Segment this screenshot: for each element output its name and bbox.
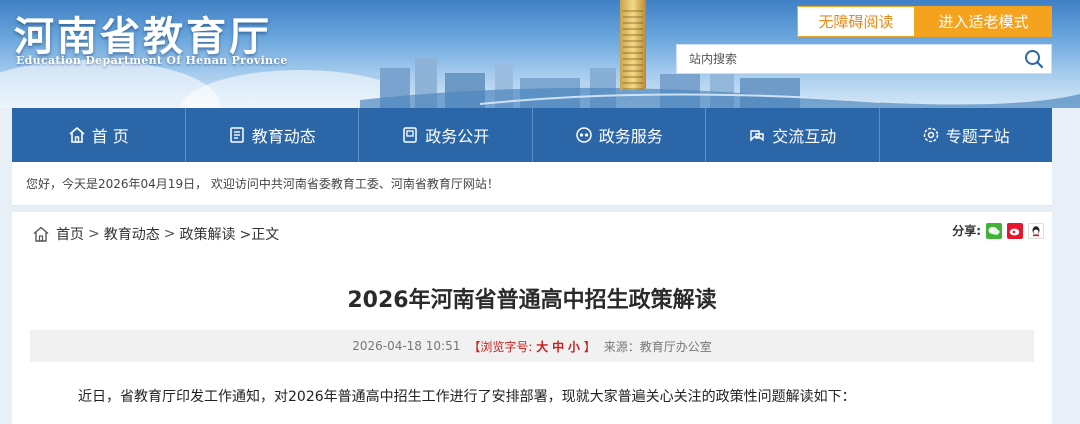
home-icon — [33, 226, 49, 242]
nav-item-label: 专题子站 — [945, 127, 1010, 146]
nav-item-label: 政务公开 — [425, 127, 490, 146]
article-source: 来源：教育厅办公室 — [603, 339, 712, 354]
font-size-label: 【浏览字号: — [468, 339, 533, 354]
nav-item-label: 交流互动 — [772, 127, 837, 146]
nav-item-label: 政务服务 — [598, 127, 663, 146]
qq-icon[interactable] — [1028, 222, 1044, 239]
article-title: 2026年河南省普通高中招生政策解读 — [347, 288, 717, 313]
welcome-bar: 您好，今天是2026年04月19日， 欢迎访问中共河南省委教育工委、河南省教育厅… — [12, 162, 1052, 206]
font-size-selector: 【浏览字号: 大 中 小 】 — [468, 338, 595, 355]
nav-item-special-topics[interactable]: 专题子站 — [880, 108, 1053, 162]
interaction-icon — [750, 130, 764, 142]
service-icon — [575, 127, 592, 143]
nav-item-label: 首 页 — [91, 127, 129, 146]
article-panel: 首页 > 教育动态 > 政策解读 >正文 分享: 2026年河南省普通高中招生政… — [12, 212, 1052, 424]
nav-item-government-services[interactable]: 政务服务 — [533, 108, 706, 162]
article-paragraph: 近日，省教育厅印发工作通知，对2026年普通高中招生工作进行了安排部署，现就大家… — [78, 389, 856, 405]
search-icon[interactable] — [1017, 45, 1051, 73]
breadcrumb-current: >正文 — [239, 227, 280, 243]
breadcrumb-separator: > — [163, 226, 176, 242]
breadcrumb-home-link[interactable]: 首页 — [56, 224, 84, 244]
search-input[interactable] — [677, 45, 1017, 73]
nav-item-education-news[interactable]: 教育动态 — [186, 108, 359, 162]
font-size-medium-button[interactable]: 中 — [552, 340, 564, 354]
breadcrumb-policy-link[interactable]: 政策解读 — [179, 224, 235, 244]
site-subtitle: Education Department Of Henan Province — [16, 54, 288, 67]
share-bar: 分享: — [952, 222, 1044, 239]
nav-item-government-affairs[interactable]: 政务公开 — [359, 108, 533, 162]
accessibility-reading-button[interactable]: 无障碍阅读 — [797, 6, 915, 37]
font-size-small-button[interactable]: 小 — [568, 340, 580, 354]
breadcrumb: 首页 > 教育动态 > 政策解读 >正文 — [32, 222, 279, 246]
elder-mode-button[interactable]: 进入适老模式 — [915, 6, 1052, 37]
notebook-icon — [403, 127, 417, 143]
nav-item-home[interactable]: 首 页 — [12, 108, 186, 162]
main-nav: 首 页 教育动态 政务公开 政务服务 交流互动 专题子站 — [12, 108, 1052, 162]
wechat-icon[interactable] — [986, 222, 1002, 239]
weibo-icon[interactable] — [1007, 222, 1023, 239]
publish-date: 2026-04-18 10:51 — [352, 339, 461, 353]
nav-item-label: 教育动态 — [251, 127, 316, 146]
document-icon — [229, 127, 244, 143]
site-header: 河南省教育厅 Education Department Of Henan Pro… — [0, 0, 1080, 108]
breadcrumb-separator: > — [88, 226, 100, 242]
nav-item-interaction[interactable]: 交流互动 — [706, 108, 880, 162]
article-meta: 2026-04-18 10:51 【浏览字号: 大 中 小 】 来源：教育厅办公… — [30, 330, 1034, 362]
search-box — [676, 44, 1052, 74]
tower-image — [620, 0, 646, 90]
breadcrumb-education-news-link[interactable]: 教育动态 — [104, 224, 160, 244]
share-label: 分享: — [952, 224, 981, 238]
home-icon — [69, 126, 85, 143]
font-size-large-button[interactable]: 大 — [536, 340, 548, 354]
welcome-text: 您好，今天是2026年04月19日， 欢迎访问中共河南省委教育工委、河南省教育厅… — [26, 177, 499, 191]
settings-icon — [923, 127, 938, 143]
font-size-end: 】 — [583, 339, 596, 354]
